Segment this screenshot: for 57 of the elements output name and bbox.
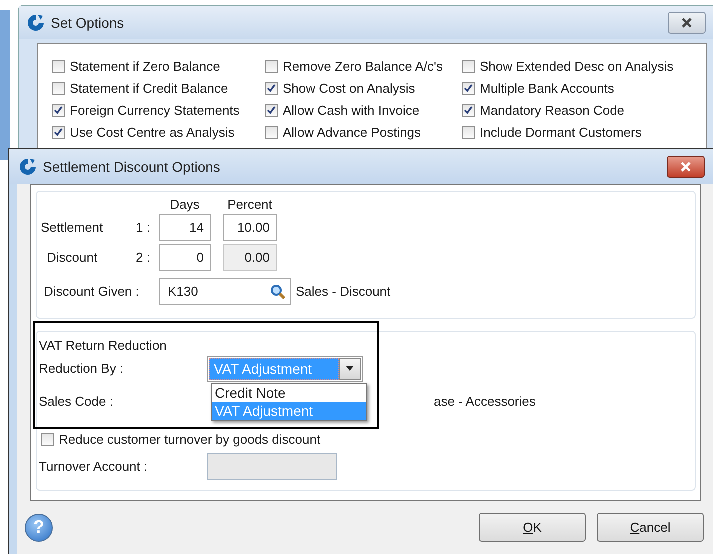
- checkbox[interactable]: [265, 82, 278, 94]
- column-header: Days: [169, 197, 201, 214]
- percent-field[interactable]: 10.00: [223, 214, 277, 241]
- field-label: Reduction By :: [39, 361, 125, 376]
- account-description: Sales - Discount: [296, 284, 391, 299]
- row-index: 1 :: [136, 220, 152, 235]
- logo-icon: [27, 14, 45, 32]
- row-index: 2 :: [136, 250, 152, 265]
- field-label: Discount Given :: [44, 284, 140, 299]
- checkbox[interactable]: [462, 60, 475, 72]
- checkbox-label: Use Cost Centre as Analysis: [70, 124, 235, 140]
- field-label: Turnover Account :: [39, 459, 149, 474]
- logo-icon: [19, 158, 37, 176]
- cancel-button[interactable]: Cancel: [597, 513, 704, 542]
- field-label: Settlement: [41, 220, 104, 235]
- checkbox-label: Show Extended Desc on Analysis: [480, 58, 674, 74]
- close-icon: [681, 18, 693, 28]
- checkbox-label: Remove Zero Balance A/c's: [283, 58, 443, 74]
- checkbox-label: Statement if Credit Balance: [70, 80, 228, 96]
- dropdown-option[interactable]: Credit Note: [212, 384, 366, 402]
- close-icon: [680, 162, 692, 172]
- caret-icon: [346, 366, 354, 371]
- dialog-title: Settlement Discount Options: [43, 158, 220, 174]
- checkbox-label: Multiple Bank Accounts: [480, 80, 614, 96]
- checkbox[interactable]: [265, 126, 278, 138]
- days-field[interactable]: 0: [159, 244, 211, 271]
- percent-field: 0.00: [223, 244, 277, 271]
- checkbox-label: Statement if Zero Balance: [70, 58, 220, 74]
- checkbox[interactable]: [462, 82, 475, 94]
- ok-button[interactable]: OK: [479, 513, 586, 542]
- checkbox-label: Show Cost on Analysis: [283, 80, 416, 96]
- close-button[interactable]: [668, 12, 706, 34]
- checkbox-label: Include Dormant Customers: [480, 124, 642, 140]
- checkbox-label: Foreign Currency Statements: [70, 102, 240, 118]
- window-title: Set Options: [51, 14, 124, 30]
- checkbox-label: Allow Advance Postings: [283, 124, 422, 140]
- checkbox[interactable]: [52, 126, 65, 138]
- search-icon[interactable]: [270, 284, 286, 300]
- checkbox[interactable]: [462, 104, 475, 116]
- column-header: Percent: [226, 197, 274, 214]
- group-legend: VAT Return Reduction: [39, 338, 167, 352]
- checkbox[interactable]: [52, 104, 65, 116]
- account-field[interactable]: K130: [159, 278, 291, 305]
- checkbox[interactable]: [52, 82, 65, 94]
- checkbox[interactable]: [265, 60, 278, 72]
- checkbox[interactable]: [52, 60, 65, 72]
- checkbox[interactable]: [41, 432, 54, 446]
- checkbox-label: Allow Cash with Invoice: [283, 102, 420, 118]
- account-description: ase - Accessories: [434, 394, 536, 409]
- field-label: Discount: [46, 250, 99, 265]
- checkbox[interactable]: [462, 126, 475, 138]
- checkbox-label: Reduce customer turnover by goods discount: [59, 432, 321, 446]
- close-button[interactable]: [667, 156, 705, 178]
- field-label: Sales Code :: [39, 394, 114, 409]
- checkbox[interactable]: [265, 104, 278, 116]
- days-field[interactable]: 14: [159, 214, 211, 241]
- checkbox-label: Mandatory Reason Code: [480, 102, 625, 118]
